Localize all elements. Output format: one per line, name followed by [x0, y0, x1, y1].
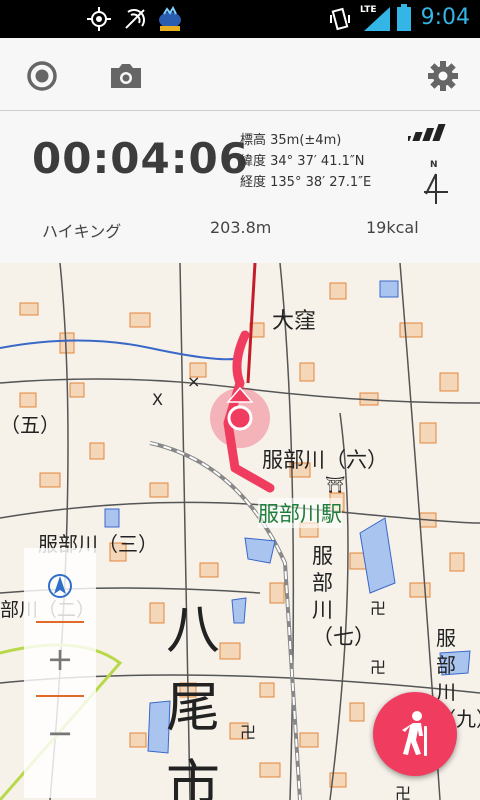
- app-notification-icon: [156, 5, 184, 36]
- camera-button[interactable]: [104, 54, 148, 98]
- walking-mode-button[interactable]: [373, 692, 457, 776]
- svg-text:×: ×: [187, 372, 200, 391]
- compass-needle-icon: [424, 173, 448, 204]
- svg-text:卍: 卍: [240, 723, 256, 742]
- altitude: 標高 35m(±4m): [240, 133, 342, 148]
- calories: 19kcal: [366, 218, 419, 237]
- status-bar: LTE 9:04: [0, 0, 480, 38]
- compass-north-label: N: [430, 160, 438, 170]
- svg-text:X: X: [152, 390, 163, 409]
- vibrate-icon: [328, 6, 352, 36]
- longitude: 経度 135° 38′ 27.1″E: [240, 175, 372, 190]
- settings-button[interactable]: [421, 54, 465, 98]
- broadcast-icon: [122, 6, 148, 36]
- toolbar-divider: [0, 110, 480, 111]
- place-label-hattori-nana: 服部川（七）: [312, 544, 375, 649]
- station-label: 服部川駅: [258, 498, 342, 528]
- svg-text:卍: 卍: [370, 658, 386, 677]
- gps-readout: 標高 35m(±4m) 緯度 34° 37′ 41.1″N 経度 135° 38…: [240, 130, 371, 193]
- place-label-go: （五）: [0, 413, 60, 437]
- zoom-in-button[interactable]: +: [44, 640, 76, 678]
- svg-text:卍: 卍: [370, 599, 386, 618]
- battery-icon: [396, 4, 412, 36]
- camera-icon: [111, 64, 141, 88]
- signal-icon: LTE: [358, 3, 392, 37]
- map-controls: + −: [24, 548, 96, 798]
- zoom-separator-bottom: [36, 695, 84, 697]
- latitude: 緯度 34° 37′ 41.1″N: [240, 154, 365, 169]
- gps-icon: [86, 6, 112, 36]
- record-button[interactable]: [20, 54, 64, 98]
- walking-person-icon: [402, 711, 427, 756]
- zoom-out-button[interactable]: −: [44, 714, 76, 752]
- city-label-yao: 八尾市: [166, 598, 220, 800]
- record-icon: [27, 61, 57, 91]
- clock: 9:04: [420, 5, 470, 30]
- tracking-panel: 00:04:06 標高 35m(±4m) 緯度 34° 37′ 41.1″N 経…: [0, 38, 480, 263]
- network-type: LTE: [360, 5, 377, 15]
- place-label-okubo: 大窪: [272, 309, 317, 334]
- toolbar: [0, 38, 480, 110]
- distance: 203.8m: [210, 218, 272, 237]
- svg-text:⛩: ⛩: [325, 475, 345, 494]
- locate-button[interactable]: [44, 570, 76, 602]
- navigation-icon: [48, 574, 72, 598]
- gps-signal-icon: [408, 124, 446, 141]
- zoom-separator-top: [36, 621, 84, 623]
- elapsed-time: 00:04:06: [32, 134, 249, 183]
- activity-type: ハイキング: [42, 222, 122, 241]
- gear-icon: [428, 61, 458, 91]
- compass: N: [418, 160, 454, 246]
- svg-text:卍: 卍: [395, 784, 411, 800]
- place-label-hattori-roku: 服部川（六）: [262, 448, 388, 472]
